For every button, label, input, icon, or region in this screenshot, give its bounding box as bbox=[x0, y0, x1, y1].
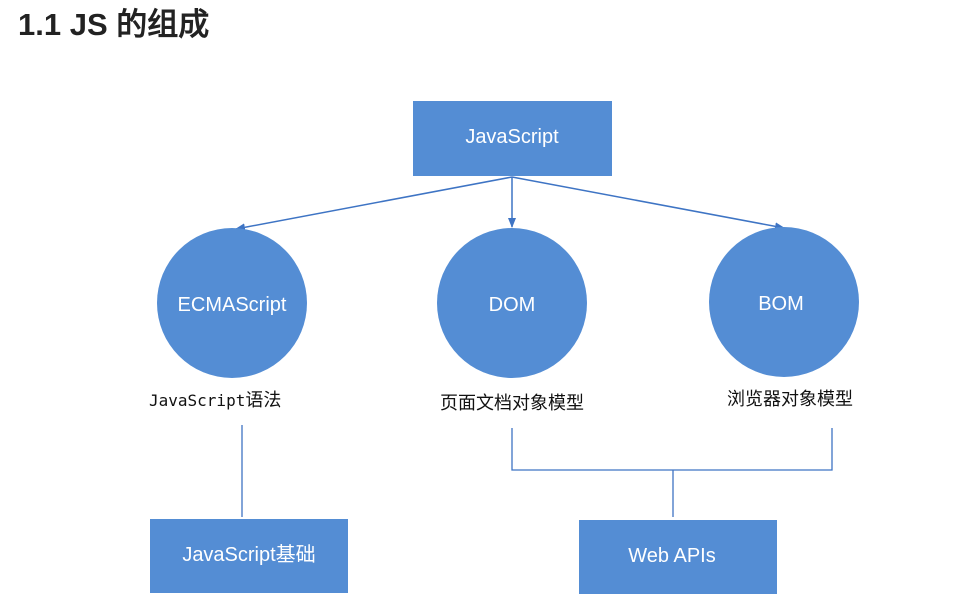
group-javascript-basics: JavaScript基础 bbox=[150, 519, 348, 593]
connector-dom-bom-bracket bbox=[511, 428, 833, 471]
arrow-to-bom bbox=[511, 176, 785, 231]
dom-caption: 页面文档对象模型 bbox=[440, 393, 584, 414]
webapis-label: Web APIs bbox=[628, 545, 715, 567]
ecmascript-caption: JavaScript语法 bbox=[149, 390, 281, 411]
basics-label: JavaScript基础 bbox=[182, 543, 315, 566]
root-label: JavaScript bbox=[465, 126, 559, 148]
node-ecmascript: ECMAScript bbox=[157, 228, 307, 378]
root-arrows bbox=[235, 176, 785, 232]
bom-label: BOM bbox=[758, 293, 804, 315]
group-connectors bbox=[241, 425, 833, 517]
bom-caption: 浏览器对象模型 bbox=[727, 389, 853, 410]
ecmascript-caption-mono: JavaScript bbox=[149, 391, 245, 410]
node-javascript: JavaScript bbox=[413, 101, 612, 176]
dom-label: DOM bbox=[489, 294, 536, 316]
ecmascript-label: ECMAScript bbox=[178, 294, 287, 316]
node-bom: BOM bbox=[709, 227, 859, 377]
js-composition-diagram: JavaScript ECMAScript DOM BOM JavaScript… bbox=[149, 101, 859, 594]
arrow-to-ecmascript bbox=[235, 176, 513, 232]
ecmascript-caption-cjk: 语法 bbox=[245, 390, 281, 411]
group-web-apis: Web APIs bbox=[579, 520, 777, 594]
node-dom: DOM bbox=[437, 228, 587, 378]
